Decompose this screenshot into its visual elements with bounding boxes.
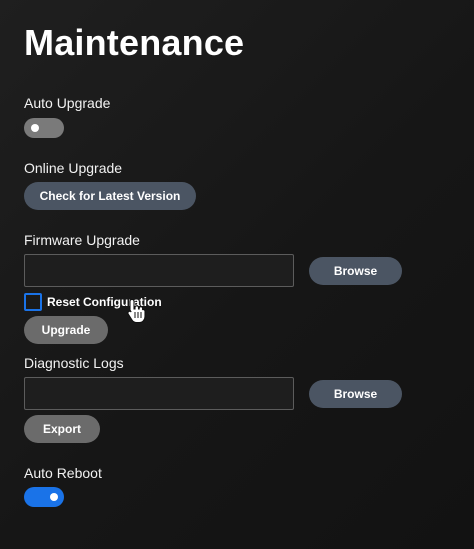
auto-upgrade-label: Auto Upgrade xyxy=(24,95,111,111)
reset-configuration-checkbox[interactable] xyxy=(24,293,42,311)
online-upgrade-label: Online Upgrade xyxy=(24,160,123,176)
auto-reboot-label: Auto Reboot xyxy=(24,465,102,481)
maintenance-page: Maintenance Auto Upgrade Online Upgrade … xyxy=(0,0,474,549)
hand-pointer-icon xyxy=(127,298,146,324)
toggle-knob xyxy=(50,493,58,501)
page-title: Maintenance xyxy=(24,22,245,63)
diagnostic-logs-file-field[interactable] xyxy=(24,377,294,410)
upgrade-button[interactable]: Upgrade xyxy=(24,316,108,344)
toggle-knob xyxy=(31,124,39,132)
diagnostic-browse-button[interactable]: Browse xyxy=(309,380,402,408)
export-button[interactable]: Export xyxy=(24,415,100,443)
firmware-browse-button[interactable]: Browse xyxy=(309,257,402,285)
diagnostic-logs-label: Diagnostic Logs xyxy=(24,355,124,371)
firmware-upgrade-label: Firmware Upgrade xyxy=(24,232,140,248)
firmware-file-field[interactable] xyxy=(24,254,294,287)
auto-reboot-toggle[interactable] xyxy=(24,487,64,507)
auto-upgrade-toggle[interactable] xyxy=(24,118,64,138)
check-latest-version-button[interactable]: Check for Latest Version xyxy=(24,182,196,210)
